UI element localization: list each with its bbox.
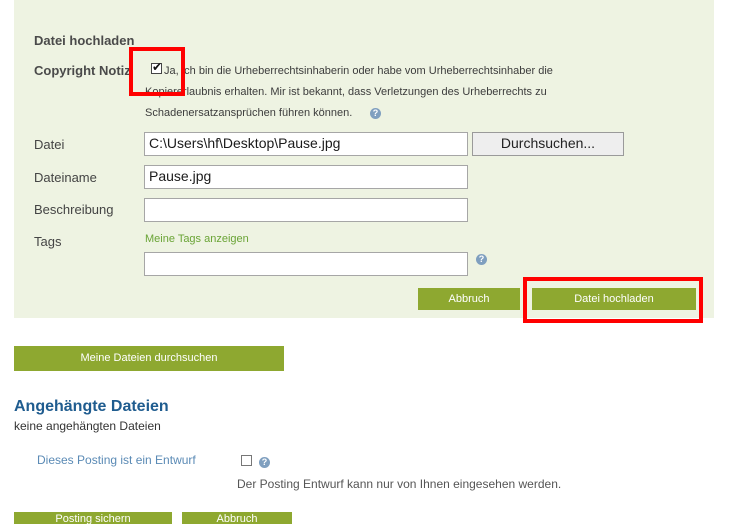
copyright-text-line-2: Kopiererlaubnis erhalten. Mir ist bekann… <box>145 86 547 98</box>
highlight-upload-frame <box>523 277 703 323</box>
help-icon[interactable]: ? <box>259 457 270 468</box>
footer-cancel-button[interactable]: Abbruch <box>182 512 292 524</box>
copyright-text-line-3: Schadenersatzansprüchen führen können. <box>145 107 353 119</box>
copyright-label: Copyright Notiz <box>34 63 131 78</box>
browse-button[interactable]: Durchsuchen... <box>472 132 624 156</box>
filename-label: Dateiname <box>34 170 97 185</box>
attached-files-heading: Angehängte Dateien <box>14 398 169 415</box>
tags-label: Tags <box>34 234 62 249</box>
draft-label: Dieses Posting ist ein Entwurf <box>37 453 196 467</box>
description-label: Beschreibung <box>34 202 114 217</box>
upload-cancel-button[interactable]: Abbruch <box>418 288 520 310</box>
upload-heading: Datei hochladen <box>34 33 135 48</box>
file-label: Datei <box>34 137 65 152</box>
draft-note: Der Posting Entwurf kann nur von Ihnen e… <box>237 477 562 491</box>
attached-files-empty-text: keine angehängten Dateien <box>14 419 161 433</box>
tags-input[interactable] <box>144 252 468 276</box>
description-input[interactable] <box>144 198 468 222</box>
highlight-checkbox-frame <box>129 47 185 96</box>
save-posting-button[interactable]: Posting sichern <box>14 512 172 524</box>
copyright-text-line-1: Ja, ich bin die Urheberrechtsinhaberin o… <box>164 65 553 77</box>
help-icon[interactable]: ? <box>476 254 487 265</box>
draft-checkbox[interactable] <box>241 455 252 466</box>
browse-my-files-button[interactable]: Meine Dateien durchsuchen <box>14 346 284 371</box>
help-icon[interactable]: ? <box>370 108 381 119</box>
filename-input[interactable]: Pause.jpg <box>144 165 468 189</box>
file-input[interactable]: C:\Users\hf\Desktop\Pause.jpg <box>144 132 468 156</box>
show-tags-link[interactable]: Meine Tags anzeigen <box>145 233 249 245</box>
